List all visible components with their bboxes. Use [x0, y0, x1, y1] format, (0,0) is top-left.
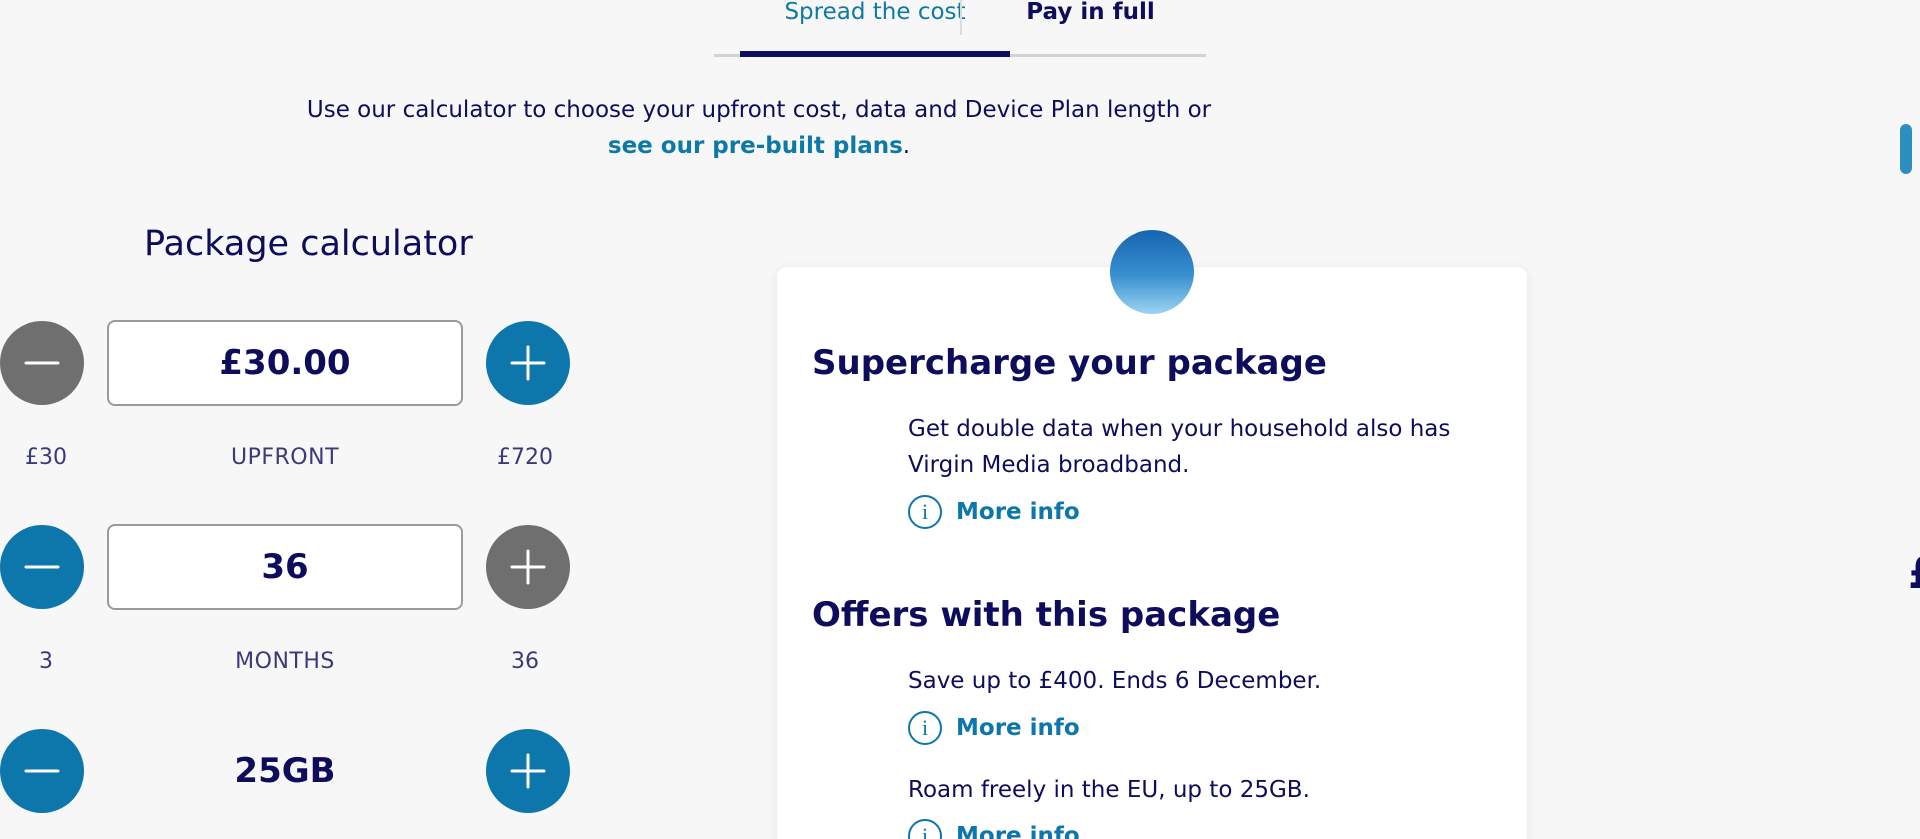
months-increase-button[interactable] — [486, 525, 570, 609]
pre-built-plans-link[interactable]: see our pre-built plans — [608, 133, 903, 159]
more-info-label: More info — [956, 499, 1080, 525]
upfront-max-label: £720 — [497, 445, 553, 470]
page: Spread the cost Pay in full Use our calc… — [0, 0, 1920, 839]
upfront-min-label: £30 — [25, 445, 67, 470]
active-tab-indicator — [740, 51, 1010, 57]
offer-roam-more-info-link[interactable]: i More info — [908, 819, 1080, 839]
offer-save-more-info-link[interactable]: i More info — [908, 711, 1080, 745]
more-info-label: More info — [956, 823, 1080, 839]
offer-save-text: Save up to £400. Ends 6 December. — [908, 668, 1322, 694]
package-calculator-title: Package calculator — [144, 224, 473, 264]
tab-spread-label: Spread the cost — [784, 0, 966, 25]
more-info-label: More info — [956, 715, 1080, 741]
info-icon: i — [908, 819, 942, 839]
supercharge-more-info-link[interactable]: i More info — [908, 495, 1080, 529]
months-value-field[interactable]: 36 — [107, 524, 463, 610]
data-increase-button[interactable] — [486, 729, 570, 813]
tab-full-label: Pay in full — [1026, 0, 1155, 25]
tab-spread-the-cost[interactable]: Spread the cost — [740, 0, 1010, 57]
offer-roam-text: Roam freely in the EU, up to 25GB. — [908, 777, 1310, 803]
minus-icon — [24, 361, 60, 365]
upfront-value-field[interactable]: £30.00 — [107, 320, 463, 406]
info-icon: i — [908, 495, 942, 529]
minus-icon — [24, 769, 60, 773]
upfront-decrease-button[interactable] — [0, 321, 84, 405]
intro-text: Use our calculator to choose your upfron… — [260, 92, 1258, 164]
offers-title: Offers with this package — [812, 595, 1281, 635]
months-label: MONTHS — [235, 649, 335, 674]
data-value: 25GB — [234, 751, 336, 791]
plus-icon — [510, 753, 546, 789]
months-max-label: 36 — [511, 649, 539, 674]
data-decrease-button[interactable] — [0, 729, 84, 813]
supercharge-text: Get double data when your household also… — [908, 416, 1451, 478]
package-orb-graphic — [1110, 230, 1194, 314]
minus-icon — [24, 565, 60, 569]
scrollbar-thumb[interactable] — [1900, 124, 1912, 174]
tab-divider — [960, 0, 962, 35]
package-summary-card: Supercharge your package Get double data… — [777, 267, 1527, 839]
offscreen-price-glyph: £ — [1908, 548, 1920, 599]
months-decrease-button[interactable] — [0, 525, 84, 609]
upfront-increase-button[interactable] — [486, 321, 570, 405]
plus-icon — [510, 549, 546, 585]
months-min-label: 3 — [39, 649, 53, 674]
plus-icon — [510, 345, 546, 381]
payment-tabs: Spread the cost Pay in full — [714, 0, 1206, 57]
supercharge-title: Supercharge your package — [812, 343, 1327, 383]
upfront-label: UPFRONT — [230, 445, 340, 470]
intro-line: Use our calculator to choose your upfron… — [306, 97, 1212, 123]
intro-suffix: . — [902, 133, 911, 159]
info-icon: i — [908, 711, 942, 745]
tab-pay-in-full[interactable]: Pay in full — [975, 0, 1206, 57]
